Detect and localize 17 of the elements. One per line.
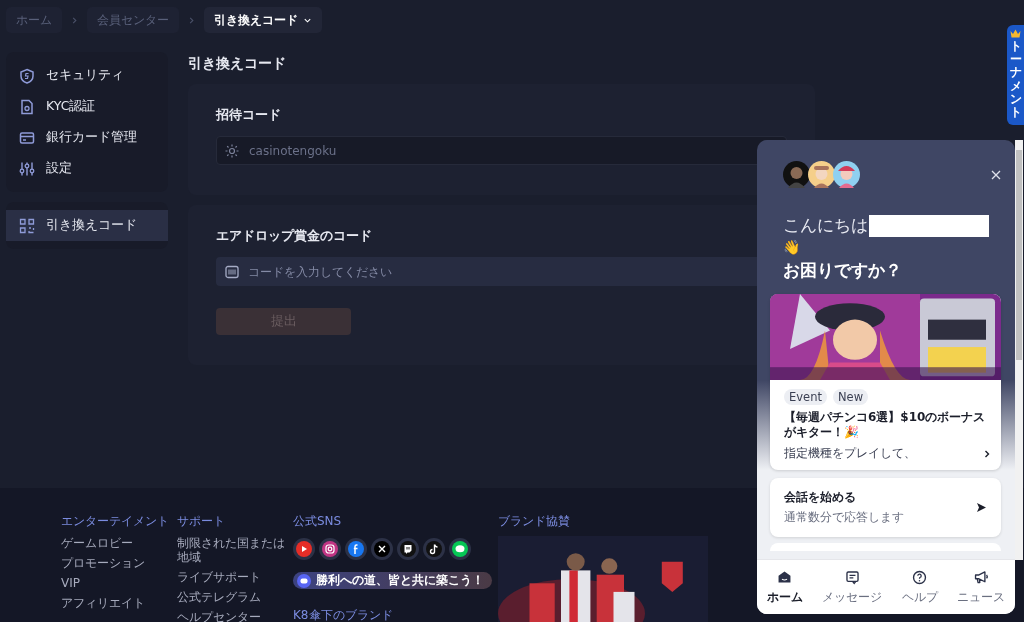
field-label: 招待コード <box>216 106 282 124</box>
news-subtitle: 指定機種をプレイして、 <box>784 445 916 462</box>
greeting-text: こんにちは <box>783 214 868 237</box>
start-chat-subtitle: 通常数分で応答します <box>784 509 904 526</box>
tag: Event <box>784 389 827 405</box>
page-title: 引き換えコード <box>188 54 287 73</box>
field-label: エアドロップ賞金のコード <box>216 227 373 245</box>
tag: New <box>832 389 869 405</box>
wave-emoji: 👋 <box>783 238 801 257</box>
footer-heading: ブランド協賛 <box>498 513 571 530</box>
start-chat-title: 会話を始める <box>784 489 857 506</box>
news-title: 【毎週パチンコ6選】$10のボーナスがキター！🎉 <box>784 410 987 440</box>
footer-heading: K8傘下のブランド <box>293 607 394 622</box>
footer-heading: 公式SNS <box>293 513 343 530</box>
footer-heading: エンターテイメント <box>61 513 170 530</box>
tournament-label: トーナメント <box>1009 40 1022 120</box>
footer-heading: サポート <box>177 513 226 530</box>
